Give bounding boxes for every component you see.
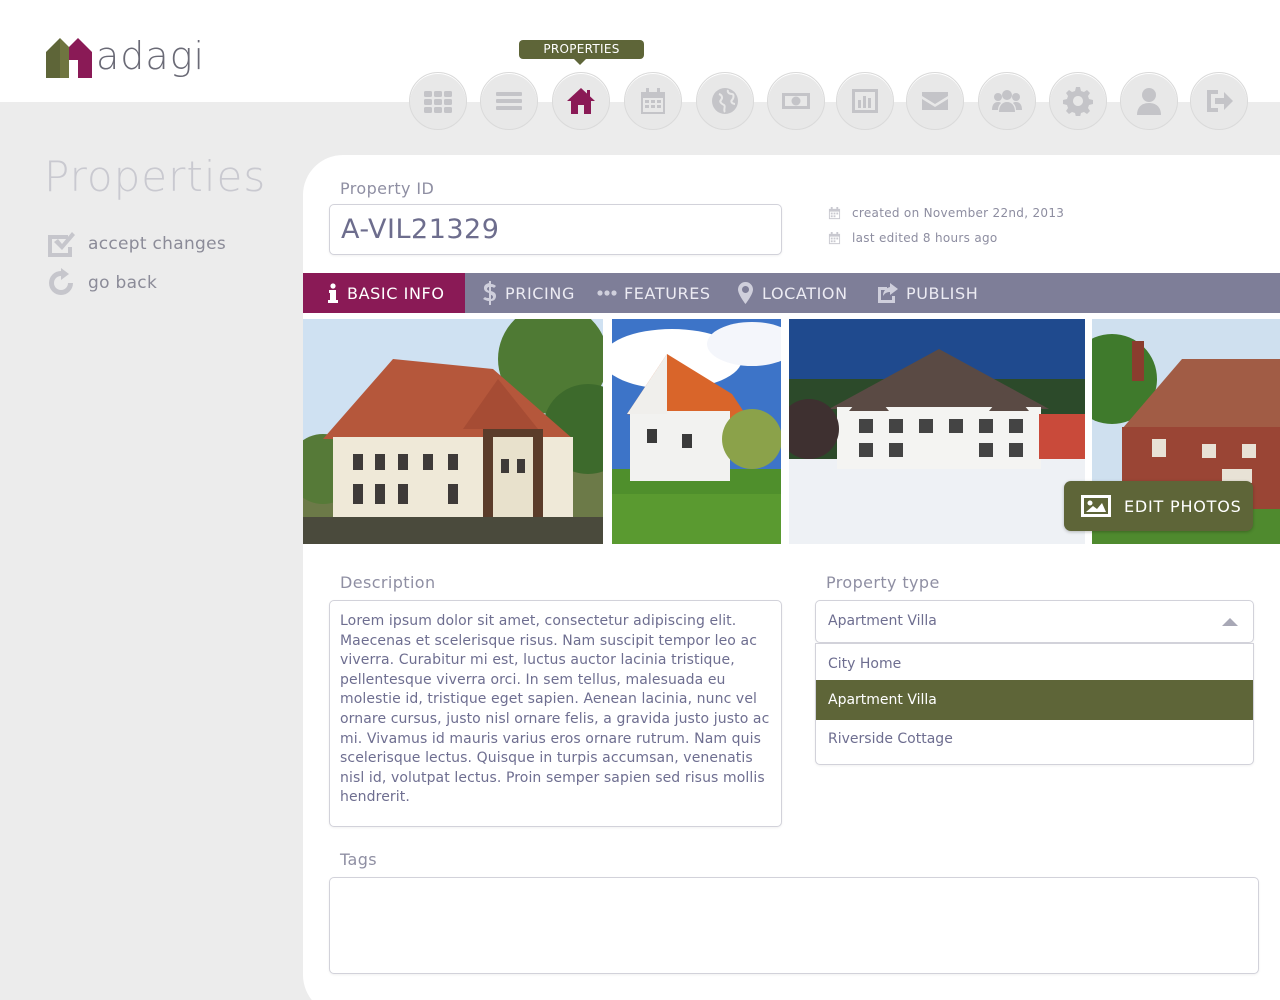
property-type-dropdown: City Home Apartment Villa Riverside Cott… [815,643,1254,765]
money-icon [782,93,810,109]
edit-photos-button[interactable]: EDIT PHOTOS [1064,481,1253,531]
property-photo-3[interactable] [789,319,1085,544]
home-icon [567,88,595,114]
tags-input[interactable] [329,877,1259,974]
go-back-button[interactable]: go back [46,268,157,298]
photo-cottage-image [612,319,781,544]
logo-text: adagi [96,34,206,78]
tab-publish[interactable]: PUBLISH [878,273,978,313]
option-apartment-villa[interactable]: Apartment Villa [816,680,1253,720]
nav-calendar-button[interactable] [624,72,682,130]
envelope-icon [922,92,948,110]
nav-money-button[interactable] [767,72,825,130]
checkbox-checked-icon [48,232,75,257]
option-riverside-cottage[interactable]: Riverside Cottage [816,719,1253,759]
logo[interactable]: adagi [46,34,205,78]
option-city-home[interactable]: City Home [816,644,1253,684]
nav-messages-button[interactable] [906,72,964,130]
tab-pricing-label: PRICING [505,283,575,303]
tab-publish-label: PUBLISH [906,283,979,303]
users-icon [992,90,1022,112]
description-textarea[interactable]: Lorem ipsum dolor sit amet, consectetur … [329,600,782,827]
property-type-label: Property type [826,573,940,592]
nav-reports-button[interactable] [836,72,894,130]
tab-bar: BASIC INFO PRICING FEATURES LOCATION PUB… [303,273,1280,313]
user-icon [1137,88,1161,115]
created-date: created on November 22nd, 2013 [852,206,1065,220]
edited-meta: last edited 8 hours ago [828,231,998,245]
bar-chart-icon [852,89,878,113]
gear-icon [1063,87,1093,116]
logout-icon [1207,90,1233,112]
tab-basic-info-label: BASIC INFO [347,283,445,303]
info-icon [328,283,338,303]
nav-account-button[interactable] [1120,72,1178,130]
page-title: Properties [44,152,267,201]
calendar-icon [828,206,841,219]
app-header: adagi PROPERTIES [0,0,1280,130]
nav-list-button[interactable] [480,72,538,130]
property-type-select[interactable]: Apartment Villa [815,600,1254,643]
nav-tooltip: PROPERTIES [519,40,644,65]
photo-villa-image [303,319,603,544]
calendar-icon [641,88,665,114]
photo-winter-house-image [789,319,1085,544]
globe-icon [712,88,738,114]
go-back-label: go back [88,273,158,293]
nav-globe-button[interactable] [696,72,754,130]
property-photo-1[interactable] [303,319,603,544]
accept-changes-label: accept changes [88,234,227,254]
map-pin-icon [738,282,753,304]
edit-photos-label: EDIT PHOTOS [1124,496,1242,516]
property-type-value: Apartment Villa [828,613,937,629]
caret-up-icon [1222,618,1238,626]
description-text: Lorem ipsum dolor sit amet, consectetur … [340,613,770,806]
last-edited: last edited 8 hours ago [852,231,998,245]
image-icon [1081,495,1111,517]
accept-changes-button[interactable]: accept changes [46,229,226,259]
tab-features[interactable]: FEATURES [597,273,711,313]
tab-location-label: LOCATION [762,283,848,303]
logo-icon [46,38,92,78]
nav-clients-button[interactable] [978,72,1036,130]
tab-features-label: FEATURES [624,283,711,303]
property-id-label: Property ID [340,179,435,198]
refresh-icon [49,268,73,295]
description-label: Description [340,573,436,592]
tab-pricing[interactable]: PRICING [483,273,575,313]
nav-logout-button[interactable] [1190,72,1248,130]
calendar-icon [828,231,841,244]
dollar-icon [483,281,496,305]
property-photo-2[interactable] [612,319,781,544]
list-icon [496,92,522,110]
nav-settings-button[interactable] [1049,72,1107,130]
ellipsis-icon [597,290,617,296]
nav-properties-button[interactable] [552,72,610,130]
grid-icon [424,91,452,113]
created-meta: created on November 22nd, 2013 [828,206,1064,220]
tab-location[interactable]: LOCATION [738,273,848,313]
share-icon [878,283,898,303]
nav-grid-button[interactable] [409,72,467,130]
property-id-field[interactable]: A-VIL21329 [329,204,782,255]
property-id-value: A-VIL21329 [341,214,500,245]
tab-basic-info[interactable]: BASIC INFO [303,273,465,313]
tags-label: Tags [340,850,378,869]
